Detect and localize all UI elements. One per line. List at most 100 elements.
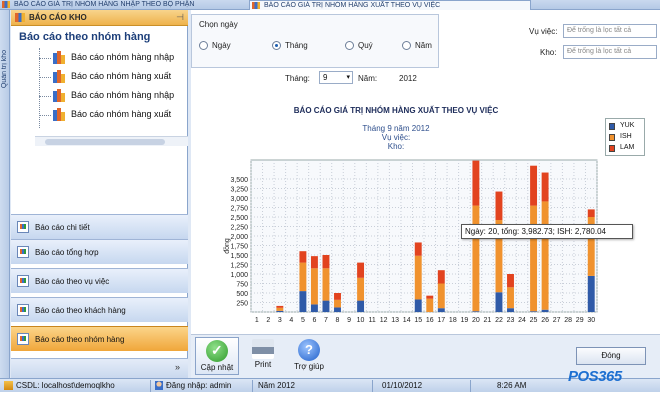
report-icon (2, 1, 10, 8)
bar-yuk (310, 304, 318, 312)
status-time: 8:26 AM (497, 381, 527, 390)
document-tab-strip: BÁO CÁO GIÁ TRỊ NHÓM HÀNG NHẬP THEO BỘ P… (0, 0, 660, 10)
bar-yuk (322, 300, 330, 312)
bar-ish (414, 255, 422, 300)
status-year: Năm 2012 (258, 381, 295, 390)
bar-yuk (530, 311, 538, 312)
y-tick-label: 1,750 (230, 244, 248, 251)
nav-report-3[interactable]: Báo cáo theo vụ việc (11, 268, 188, 293)
bar-ish (334, 299, 341, 308)
close-button[interactable]: Đóng (576, 347, 646, 365)
bar-lam (334, 293, 341, 300)
x-tick-label: 29 (576, 317, 584, 324)
vuviec-input[interactable]: Để trống là lọc tất cả (563, 24, 657, 38)
tree-item[interactable]: Báo cáo nhóm hàng nhập (39, 87, 189, 105)
radio-button[interactable] (345, 41, 354, 50)
nav-overflow[interactable]: » (11, 358, 188, 378)
chevron-down-icon[interactable]: » (175, 362, 180, 372)
pin-icon[interactable]: ⊣ (176, 12, 184, 23)
bar-ish (530, 205, 538, 312)
month-select[interactable]: 9 ▾ (319, 71, 353, 84)
radio-button[interactable] (199, 41, 208, 50)
report-book-icon (53, 89, 66, 102)
left-panel: BÁO CÁO KHO ⊣ Báo cáo theo nhóm hàng Báo… (11, 10, 188, 378)
nav-report-2[interactable]: Báo cáo tổng hợp (11, 239, 188, 264)
y-axis-label: đồng (222, 238, 231, 254)
x-tick-label: 21 (484, 317, 492, 324)
x-tick-label: 7 (324, 317, 328, 324)
filter-group-label: Chọn ngày (199, 20, 238, 29)
report-icon (17, 304, 29, 316)
bar-ish (472, 205, 480, 312)
x-tick-label: 28 (564, 317, 572, 324)
bar-yuk (334, 307, 341, 312)
x-tick-label: 27 (553, 317, 561, 324)
x-tick-label: 22 (495, 317, 503, 324)
bar-ish (357, 277, 365, 301)
y-tick-label: 1,250 (230, 263, 248, 270)
tab-export-report[interactable]: BÁO CÁO GIÁ TRỊ NHÓM HÀNG XUẤT THEO VỤ V… (249, 0, 531, 10)
x-tick-label: 8 (336, 317, 340, 324)
radio-button[interactable] (272, 41, 281, 50)
x-tick-label: 4 (289, 317, 293, 324)
bar-lam (276, 305, 284, 308)
bar-ish (437, 283, 445, 309)
bar-yuk (299, 291, 307, 312)
bar-yuk (276, 310, 284, 312)
x-tick-label: 9 (347, 317, 351, 324)
panel-title: Báo cáo theo nhóm hàng (19, 31, 151, 43)
x-tick-label: 3 (278, 317, 282, 324)
tree-connector (39, 115, 51, 116)
y-tick-label: 2,250 (230, 225, 248, 232)
legend-swatch (609, 145, 615, 152)
x-tick-label: 19 (460, 317, 468, 324)
x-tick-label: 15 (414, 317, 422, 324)
bar-lam (322, 255, 330, 269)
status-separator (470, 380, 471, 392)
kho-input[interactable]: Để trống là lọc tất cả (563, 45, 657, 59)
tree-item[interactable]: Báo cáo nhóm hàng nhập (39, 49, 189, 67)
year-value[interactable]: 2012 (399, 74, 417, 83)
tree-item[interactable]: Báo cáo nhóm hàng xuất (39, 106, 189, 124)
status-bar: CSDL: localhost\demoqlkho Đăng nhập: adm… (0, 378, 660, 392)
report-book-icon (53, 51, 66, 64)
legend-swatch (609, 134, 615, 141)
bar-ish (541, 201, 549, 310)
bottom-strip (0, 392, 660, 404)
bar-lam (299, 251, 307, 263)
chart-tooltip: Ngày: 20, tổng: 3,982.73; ISH: 2,780.04 (461, 224, 633, 239)
bar-yuk (507, 308, 514, 312)
nav-report-4[interactable]: Báo cáo theo khách hàng (11, 297, 188, 322)
watermark-logo: POS365 (568, 368, 622, 385)
bar-lam (357, 262, 365, 278)
update-button[interactable]: ✓ Cập nhật (195, 337, 239, 375)
x-tick-label: 20 (472, 317, 480, 324)
horizontal-scrollbar[interactable] (35, 136, 188, 146)
y-tick-label: 2,000 (230, 234, 248, 241)
chart-area: BÁO CÁO GIÁ TRỊ NHÓM HÀNG XUẤT THEO VỤ V… (191, 100, 660, 332)
tree-item[interactable]: Báo cáo nhóm hàng xuất (39, 68, 189, 86)
status-separator (252, 380, 253, 392)
help-icon: ? (298, 339, 320, 361)
report-book-icon (53, 108, 66, 121)
vuviec-label: Vụ việc: (529, 27, 558, 36)
year-label: Năm: (358, 74, 378, 83)
nav-report-5[interactable]: Báo cáo theo nhóm hàng (11, 326, 188, 351)
tab-import-report[interactable]: BÁO CÁO GIÁ TRỊ NHÓM HÀNG NHẬP THEO BỘ P… (0, 0, 246, 10)
bar-lam (310, 256, 318, 269)
scroll-thumb[interactable] (45, 139, 165, 145)
x-tick-label: 2 (266, 317, 270, 324)
vertical-tab-quan-tri-kho[interactable]: Quản trị kho (0, 10, 10, 378)
chevron-down-icon: ▾ (346, 74, 350, 81)
nav-report-1[interactable]: Báo cáo chi tiết (11, 214, 188, 239)
bar-ish (276, 307, 284, 311)
database-icon (4, 381, 13, 390)
x-tick-label: 12 (380, 317, 388, 324)
bar-yuk (437, 308, 445, 312)
print-button[interactable]: Print (241, 337, 285, 375)
x-tick-label: 24 (518, 317, 526, 324)
radio-button[interactable] (402, 41, 411, 50)
help-button[interactable]: ? Trợ giúp (287, 337, 331, 375)
x-tick-label: 17 (437, 317, 445, 324)
report-icon (15, 13, 25, 22)
